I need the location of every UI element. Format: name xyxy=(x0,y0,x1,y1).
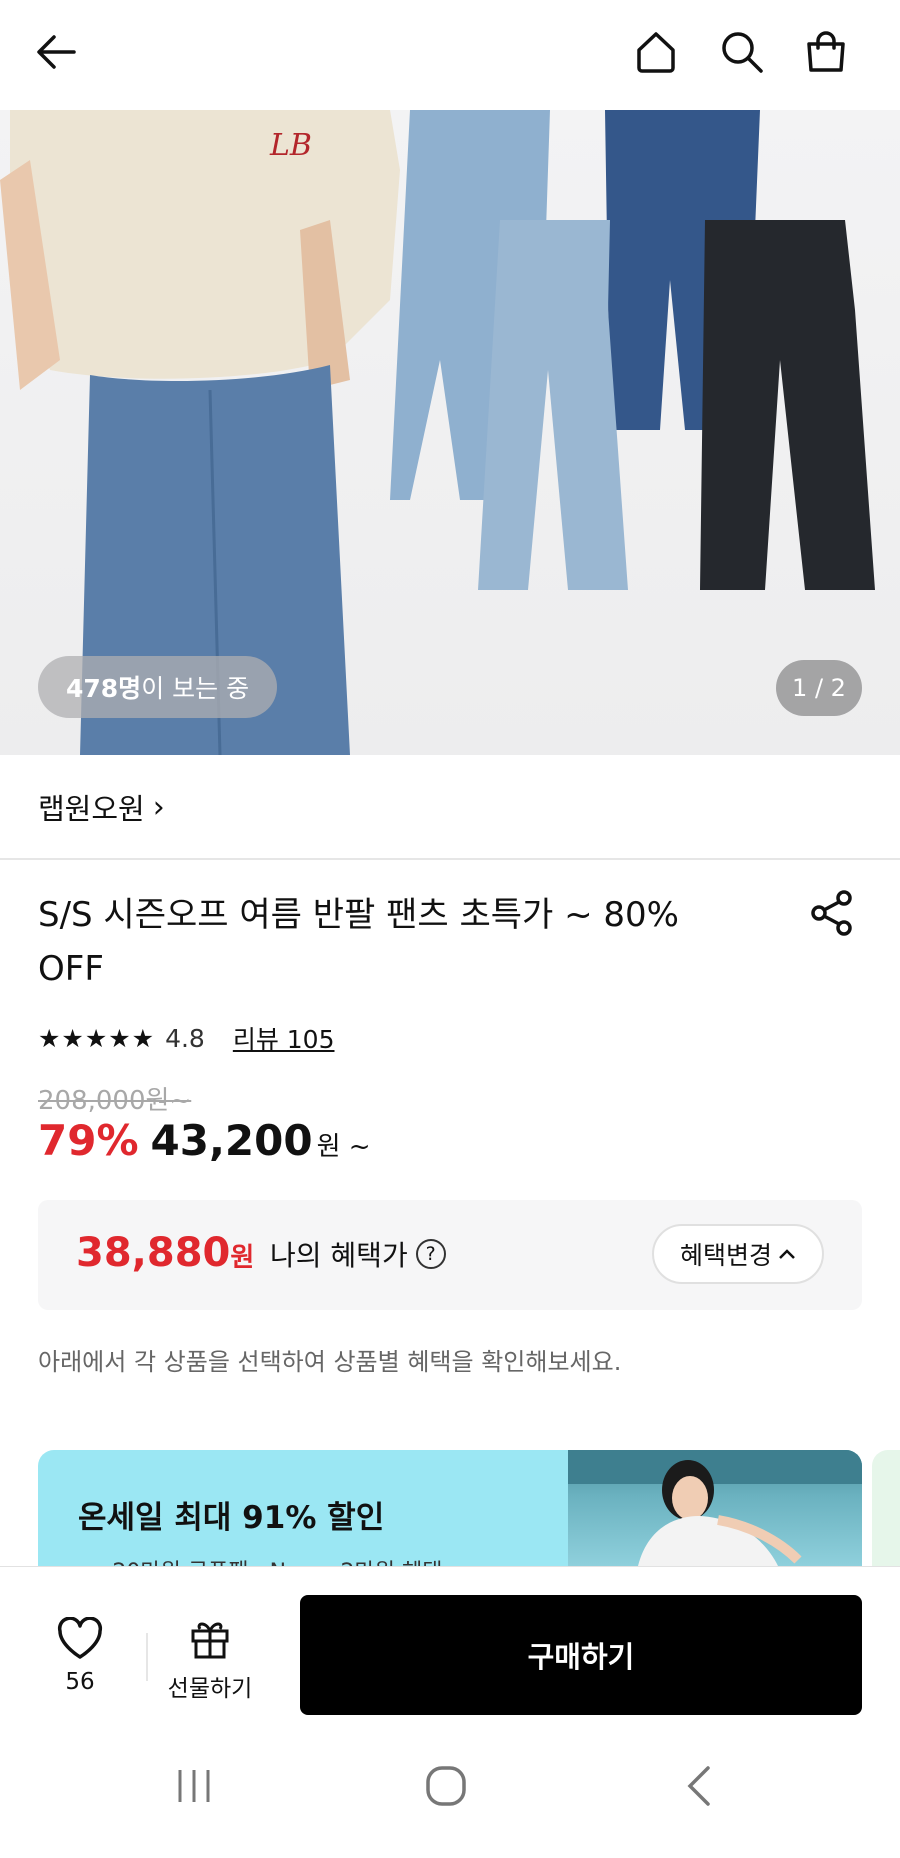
viewers-badge: 478명 이 보는 중 xyxy=(38,656,278,718)
section-divider xyxy=(0,858,900,860)
heart-icon xyxy=(57,1616,103,1659)
shopping-bag-icon xyxy=(807,31,845,72)
next-banner-peek[interactable] xyxy=(872,1450,900,1566)
system-navigation-bar xyxy=(0,1716,900,1858)
help-icon[interactable]: ? xyxy=(415,1239,446,1269)
home-nav-button[interactable] xyxy=(416,1756,476,1816)
search-button[interactable] xyxy=(712,22,772,82)
banner-subtitle: ~20만원 쿠폰팩 · N pay 2만원 혜택 › xyxy=(94,1554,458,1566)
brand-link[interactable]: 랩원오원 › xyxy=(38,786,165,828)
review-link[interactable]: 리뷰 105 xyxy=(233,1020,335,1056)
search-icon xyxy=(722,32,763,73)
brand-name: 랩원오원 xyxy=(38,792,145,826)
model-photo xyxy=(568,1450,862,1566)
home-circle-icon xyxy=(426,1766,466,1806)
bottom-divider xyxy=(146,1633,148,1681)
gift-label: 선물하기 xyxy=(167,1676,253,1702)
benefit-label-text: 나의 혜택가 xyxy=(270,1239,408,1272)
buy-button[interactable]: 구매하기 xyxy=(300,1595,862,1715)
share-button[interactable] xyxy=(806,886,860,940)
rating-score: 4.8 xyxy=(165,1023,205,1053)
svg-text:LB: LB xyxy=(269,128,312,163)
benefit-label: 나의 혜택가 ? xyxy=(270,1234,446,1274)
star-rating-icon: ★★★★★ xyxy=(38,1023,156,1053)
home-button[interactable] xyxy=(626,22,686,82)
product-image-carousel[interactable]: LB 478명 이 보는 중 1 / 2 xyxy=(0,110,900,755)
back-nav-button[interactable] xyxy=(670,1756,730,1816)
like-count: 56 xyxy=(65,1669,95,1695)
benefit-note: 아래에서 각 상품을 선택하여 상품별 혜택을 확인해보세요. xyxy=(38,1348,622,1376)
rating-row: ★★★★★ 4.8 리뷰 105 xyxy=(38,1018,335,1058)
banner-photo xyxy=(568,1450,862,1566)
chevron-right-icon: › xyxy=(152,789,165,825)
chevron-up-icon xyxy=(779,1249,795,1259)
gift-icon xyxy=(191,1622,229,1659)
original-price: 208,000원~ xyxy=(38,1086,192,1116)
cart-button[interactable] xyxy=(796,22,856,82)
sale-price: 43,200 xyxy=(150,1116,313,1165)
benefit-price: 38,880원 xyxy=(76,1230,254,1276)
change-benefit-label: 혜택변경 xyxy=(679,1241,772,1270)
image-pager: 1 / 2 xyxy=(776,660,862,716)
benefit-price-box: 38,880원 나의 혜택가 ? 혜택변경 xyxy=(38,1200,862,1310)
home-icon xyxy=(637,32,675,73)
back-button[interactable] xyxy=(26,22,86,82)
chevron-left-icon xyxy=(687,1766,710,1806)
recent-apps-button[interactable] xyxy=(164,1756,224,1816)
sale-price-row: 79% 43,200 원 ~ xyxy=(38,1116,371,1176)
change-benefit-button[interactable]: 혜택변경 xyxy=(652,1224,824,1284)
share-icon xyxy=(811,890,852,936)
benefit-price-value: 38,880 xyxy=(76,1230,231,1276)
bottom-action-bar: 56 선물하기 구매하기 xyxy=(0,1566,900,1716)
like-button[interactable]: 56 xyxy=(50,1616,110,1695)
banner-title: 온세일 최대 91% 할인 xyxy=(78,1500,385,1536)
promo-banner[interactable]: 온세일 최대 91% 할인 ~20만원 쿠폰팩 · N pay 2만원 혜택 › xyxy=(38,1450,862,1566)
price-unit: 원 ~ xyxy=(316,1132,371,1162)
viewers-count: 478명 xyxy=(66,674,142,703)
viewers-suffix: 이 보는 중 xyxy=(141,674,250,703)
product-title: S/S 시즌오프 여름 반팔 팬츠 초특가 ~ 80% OFF xyxy=(38,895,679,989)
top-navigation-bar xyxy=(0,0,900,110)
arrow-left-icon xyxy=(37,35,76,69)
benefit-price-unit: 원 xyxy=(230,1243,255,1273)
discount-rate: 79% xyxy=(38,1116,139,1165)
gift-button[interactable]: 선물하기 xyxy=(160,1617,260,1703)
recent-apps-icon xyxy=(178,1770,210,1802)
